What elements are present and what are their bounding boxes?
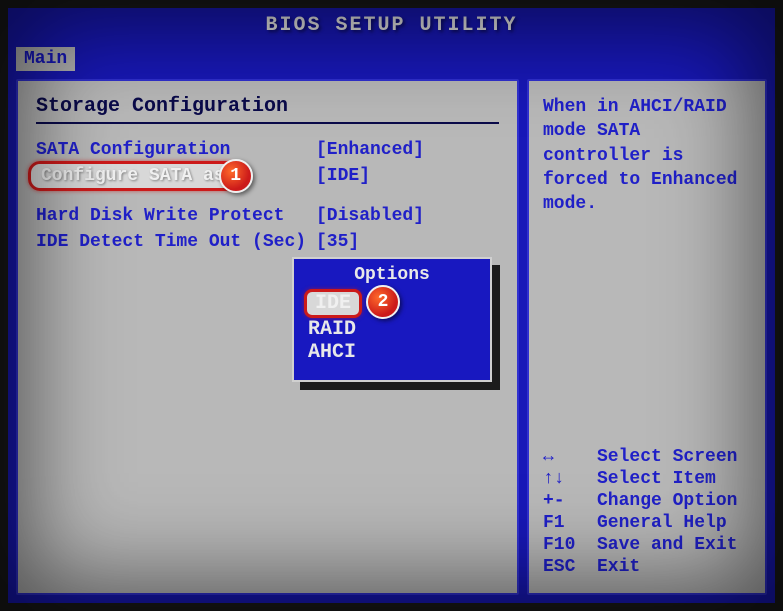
popup-title: Options — [304, 265, 480, 285]
key-select-screen-label: Select Screen — [597, 447, 737, 467]
key-esc: ESC — [543, 557, 597, 577]
key-general-help-label: General Help — [597, 513, 727, 533]
key-change-option: +- Change Option — [543, 491, 751, 511]
key-select-item: ↑↓ Select Item — [543, 469, 751, 489]
key-plus-minus-icon: +- — [543, 491, 597, 511]
key-arrow-ud-icon: ↑↓ — [543, 469, 597, 489]
menu-bar[interactable]: Main — [8, 43, 775, 75]
key-save-exit: F10 Save and Exit — [543, 535, 751, 555]
bios-screen: BIOS SETUP UTILITY Main Storage Configur… — [8, 8, 775, 603]
label-configure-sata-as: Configure SATA as — [41, 166, 225, 186]
row-sata-configuration[interactable]: SATA Configuration [Enhanced] — [36, 140, 499, 160]
content-area: Storage Configuration SATA Configuration… — [8, 75, 775, 603]
menu-main[interactable]: Main — [16, 47, 75, 71]
popup-item-ahci[interactable]: AHCI — [304, 341, 480, 364]
key-legend: ↔ Select Screen ↑↓ Select Item +- Change… — [543, 447, 751, 579]
label-sata-configuration: SATA Configuration — [36, 140, 316, 160]
help-text: When in AHCI/RAID mode SATA controller i… — [543, 95, 751, 216]
help-panel: When in AHCI/RAID mode SATA controller i… — [527, 79, 767, 595]
key-select-item-label: Select Item — [597, 469, 716, 489]
key-f1: F1 — [543, 513, 597, 533]
key-save-exit-label: Save and Exit — [597, 535, 737, 555]
key-select-screen: ↔ Select Screen — [543, 447, 751, 467]
divider — [36, 122, 499, 124]
value-configure-sata-as: [IDE] — [316, 166, 370, 186]
value-hd-write-protect: [Disabled] — [316, 206, 424, 226]
popup-item-raid[interactable]: RAID — [304, 318, 480, 341]
popup-item-ide[interactable]: IDE — [304, 289, 362, 318]
key-arrow-lr-icon: ↔ — [543, 447, 597, 467]
title-bar: BIOS SETUP UTILITY — [8, 8, 775, 43]
main-panel: Storage Configuration SATA Configuration… — [16, 79, 519, 595]
label-hd-write-protect: Hard Disk Write Protect — [36, 206, 316, 226]
section-title: Storage Configuration — [36, 95, 499, 118]
row-hd-write-protect[interactable]: Hard Disk Write Protect [Disabled] — [36, 206, 499, 226]
key-general-help: F1 General Help — [543, 513, 751, 533]
key-change-option-label: Change Option — [597, 491, 737, 511]
highlight-configure-sata-as: Configure SATA as 1 — [28, 161, 238, 191]
key-exit: ESC Exit — [543, 557, 751, 577]
annotation-marker-1: 1 — [219, 159, 253, 193]
key-exit-label: Exit — [597, 557, 640, 577]
key-f10: F10 — [543, 535, 597, 555]
row-configure-sata-as[interactable]: Configure SATA as 1 [IDE] — [36, 166, 499, 186]
annotation-marker-2: 2 — [366, 285, 400, 319]
value-sata-configuration: [Enhanced] — [316, 140, 424, 160]
options-popup[interactable]: Options IDE 2 RAID AHCI — [292, 257, 492, 382]
value-ide-detect-timeout: [35] — [316, 232, 359, 252]
label-ide-detect-timeout: IDE Detect Time Out (Sec) — [36, 232, 316, 252]
row-ide-detect-timeout[interactable]: IDE Detect Time Out (Sec) [35] — [36, 232, 499, 252]
